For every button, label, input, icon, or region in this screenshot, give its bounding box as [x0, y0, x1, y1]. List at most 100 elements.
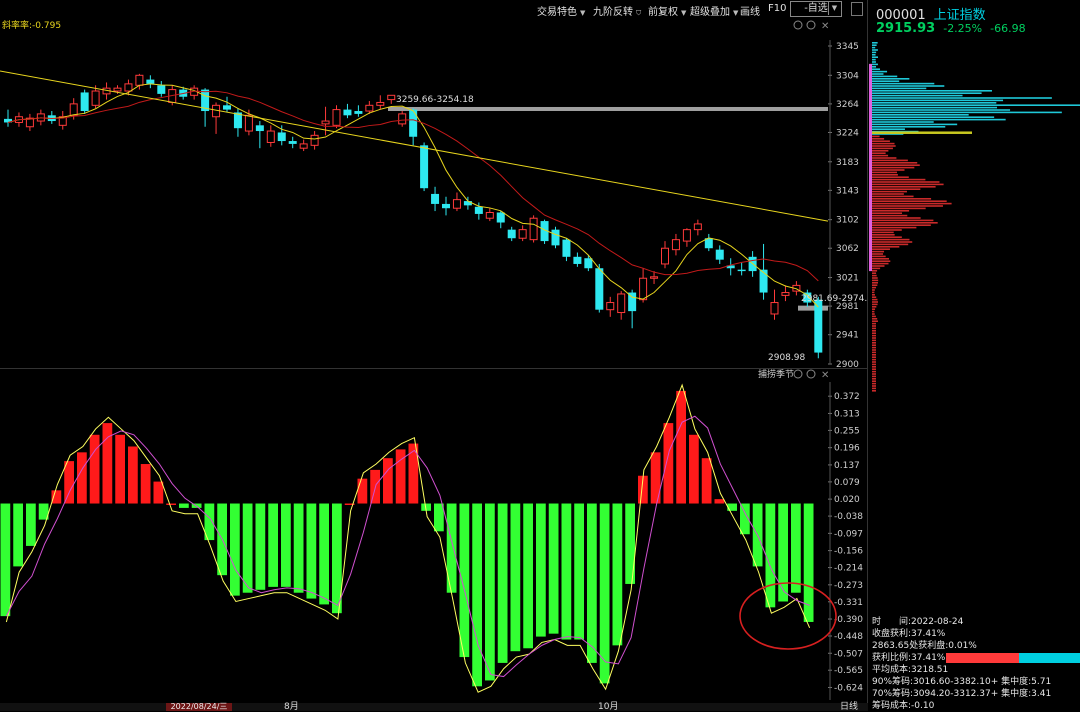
profile-bar — [872, 390, 876, 392]
candle-body — [431, 193, 440, 204]
profile-bar — [872, 159, 908, 162]
profile-bar — [872, 183, 944, 186]
y-tick-label: 3062 — [836, 244, 859, 254]
macd-bar — [64, 461, 74, 504]
stat-row: 70%筹码:3094.20-3312.37+ 集中度:3.41 — [872, 689, 1052, 699]
profile-bar — [872, 248, 890, 250]
candle-body — [617, 293, 626, 314]
profile-bar — [872, 294, 875, 296]
profile-bar — [872, 150, 889, 152]
macd-bar — [536, 503, 546, 637]
macd-bar — [434, 503, 444, 532]
profile-bar — [872, 140, 890, 142]
profile-bar — [872, 344, 876, 346]
y-tick-label: 0.255 — [834, 426, 860, 436]
profile-bar — [872, 296, 877, 298]
macd-bar — [663, 423, 674, 504]
candle-body — [595, 268, 604, 310]
y-tick-label: 0.079 — [834, 478, 860, 488]
y-tick-label: 3143 — [836, 186, 859, 196]
macd-bar — [281, 503, 291, 587]
profile-bar — [872, 378, 876, 380]
y-tick-label: 0.020 — [834, 495, 860, 505]
profile-bar — [872, 291, 875, 294]
candle-body — [442, 203, 450, 209]
y-tick-label: 3021 — [836, 274, 859, 284]
profile-bar — [872, 370, 876, 373]
macd-bar — [561, 503, 572, 640]
macd-bar — [485, 503, 495, 681]
profile-bar — [872, 238, 910, 241]
upper-y-ticks: 3345330432643224318331433102306230212981… — [828, 40, 859, 370]
profile-bar — [872, 375, 876, 378]
profile-bar — [872, 236, 902, 238]
profile-bar — [872, 332, 876, 334]
y-tick-label: 0.372 — [834, 392, 860, 402]
settings-icon[interactable] — [793, 369, 803, 379]
candles — [4, 73, 823, 359]
macd-bar — [523, 503, 533, 649]
candle-body — [146, 79, 155, 84]
candle-body — [277, 132, 286, 142]
ma-long-line — [7, 90, 819, 282]
macd-bar — [166, 503, 176, 505]
candle-body — [255, 125, 264, 132]
profile-bar — [872, 61, 876, 63]
y-tick-label: 3345 — [836, 42, 859, 52]
lower-y-ticks: 0.372 0.313 0.255 0.196 0.137 0.079 0.020 -0.03… — [828, 382, 863, 700]
y-tick-label: -0.097 — [834, 529, 863, 539]
profile-bar — [872, 152, 886, 154]
macd-bar — [77, 452, 87, 504]
profile-bar — [872, 214, 908, 217]
candle-body — [266, 130, 275, 143]
macd-bar — [510, 503, 521, 652]
y-tick-label: 3183 — [836, 158, 859, 168]
profile-bar — [872, 339, 876, 342]
candle-body — [682, 229, 691, 242]
profile-bar — [872, 363, 876, 366]
close-panel-icon[interactable]: ✕ — [821, 21, 829, 32]
candle-body — [562, 239, 571, 257]
candle-body — [814, 299, 823, 353]
candle-body — [420, 145, 429, 189]
macd-bar — [255, 503, 266, 590]
profile-bar — [872, 380, 876, 382]
profile-bar — [872, 310, 875, 313]
profile-bar — [872, 282, 878, 284]
help-icon[interactable] — [806, 369, 816, 379]
candle-body — [91, 90, 100, 106]
profile-bar — [872, 78, 910, 80]
profile-bar — [872, 154, 889, 157]
profile-bar — [872, 387, 876, 390]
candle-body — [321, 120, 330, 125]
profit-ratio-bar — [946, 653, 1080, 663]
profile-bar — [872, 66, 877, 68]
candle-body — [671, 239, 680, 251]
candle-body — [299, 143, 308, 149]
macd-bar — [179, 503, 189, 508]
profile-bar — [872, 313, 875, 315]
profile-bar — [872, 212, 903, 214]
profile-bar — [872, 68, 881, 70]
close-panel-icon[interactable]: ✕ — [821, 370, 829, 381]
support-band — [798, 305, 828, 311]
y-tick-label: -0.507 — [834, 649, 863, 659]
help-icon[interactable] — [806, 20, 816, 30]
candle-body — [606, 302, 615, 311]
settings-icon[interactable] — [793, 20, 803, 30]
profile-bar — [872, 284, 878, 286]
macd-fast-line — [5, 383, 811, 693]
candle-body — [409, 109, 418, 137]
candle-body — [573, 256, 582, 264]
period-label[interactable]: 日线 — [840, 703, 858, 712]
profile-bar — [872, 224, 931, 226]
macd-bar — [625, 503, 635, 584]
avg-cost-line — [872, 131, 972, 134]
candle-body — [354, 111, 363, 114]
macd-bar — [701, 458, 712, 504]
profile-bar — [872, 85, 945, 87]
profile-bar — [872, 320, 878, 322]
profile-bar — [872, 63, 878, 66]
profile-bar — [872, 46, 876, 49]
main-chart[interactable]: 3345 3304 3264 3224 3183 3143 3102 3062 3021 2981… — [0, 0, 868, 711]
